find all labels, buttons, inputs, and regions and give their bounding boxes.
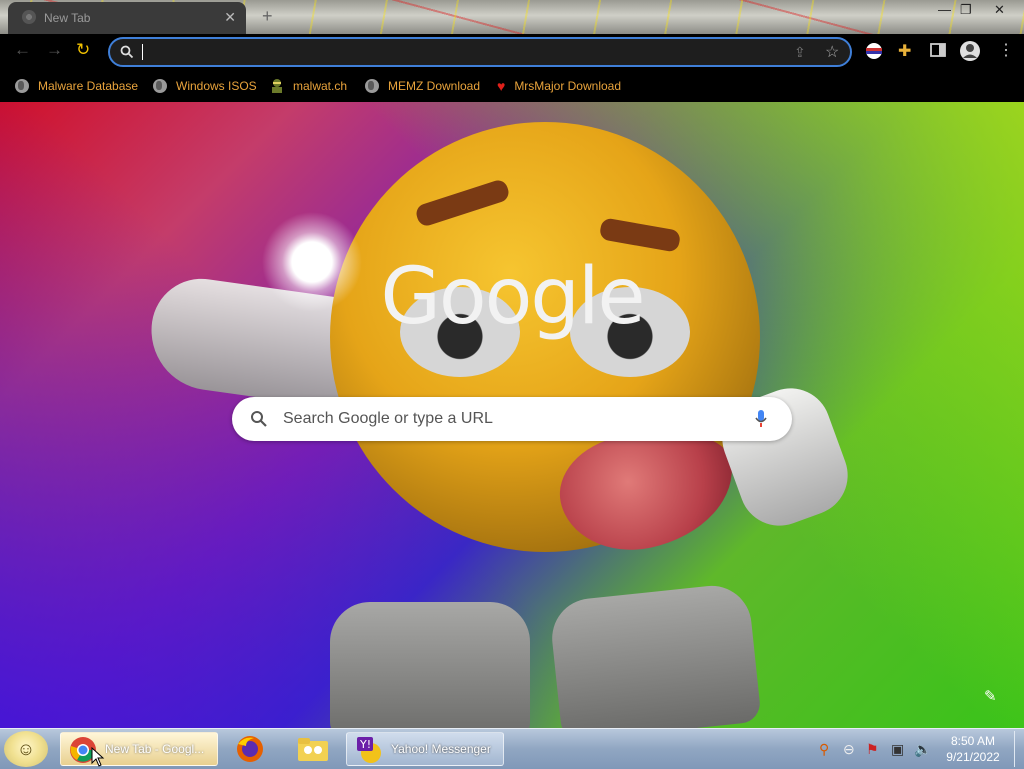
taskbar-chrome-button[interactable]: New Tab - Googl...: [60, 732, 218, 767]
yahoo-icon: Y!: [357, 737, 381, 763]
microphone-icon[interactable]: [754, 409, 768, 429]
tab-close-icon[interactable]: ✕: [224, 9, 236, 26]
bookmark-label: malwat.ch: [293, 79, 348, 93]
smiley-start-icon: ☺: [16, 739, 36, 759]
clock-time: 8:50 AM: [950, 734, 996, 748]
tray-search-icon[interactable]: ⚲: [819, 741, 829, 758]
bookmark-mrsmajor-download[interactable]: ♥ MrsMajor Download: [497, 77, 621, 95]
chrome-favicon-icon: [22, 10, 36, 24]
wallpaper-shoe: [330, 602, 530, 728]
address-bar[interactable]: ⇪ ☆: [108, 37, 852, 67]
new-tab-button[interactable]: +: [262, 6, 273, 27]
bookmark-label: Malware Database: [38, 79, 139, 93]
globe-icon: [365, 79, 379, 93]
tray-volume-icon[interactable]: 🔈: [914, 741, 931, 758]
mouse-cursor-icon: [91, 747, 105, 767]
tab-new-tab[interactable]: New Tab ✕: [8, 2, 246, 34]
ninja-icon: [272, 79, 282, 93]
extensions-puzzle-icon[interactable]: ✚: [898, 41, 911, 61]
start-button[interactable]: ☺: [4, 731, 48, 767]
tray-network-icon[interactable]: ▣: [891, 741, 904, 758]
clock-date: 9/21/2022: [946, 750, 1000, 764]
svg-text:Y!: Y!: [359, 738, 371, 751]
back-button[interactable]: ←: [14, 40, 31, 60]
bookmark-malwatch[interactable]: malwat.ch: [270, 77, 347, 95]
bookmark-label: MEMZ Download: [388, 79, 481, 93]
folder-icon[interactable]: [296, 735, 330, 763]
forward-button[interactable]: →: [46, 40, 63, 60]
bookmark-star-icon[interactable]: ☆: [825, 42, 839, 62]
side-panel-icon[interactable]: [930, 42, 946, 58]
bookmark-memz-download[interactable]: MEMZ Download: [365, 77, 480, 95]
google-logo: Google: [380, 252, 645, 342]
heart-icon: ♥: [497, 78, 506, 94]
tab-title: New Tab: [44, 11, 91, 25]
taskbar-button-label: New Tab - Googl...: [105, 742, 205, 756]
search-placeholder: Search Google or type a URL: [283, 410, 493, 427]
search-icon: [120, 45, 134, 59]
share-icon[interactable]: ⇪: [794, 44, 806, 61]
reload-button[interactable]: ↻: [76, 40, 90, 60]
taskbar-clock[interactable]: 8:50 AM 9/21/2022: [938, 733, 1008, 765]
tray-flag-error-icon[interactable]: ⚑: [866, 741, 879, 758]
text-cursor: [142, 44, 143, 60]
taskbar-yahoo-messenger-button[interactable]: Y! Yahoo! Messenger: [346, 732, 504, 766]
browser-toolbar: ← → ↻ ⇪ ☆ ✚ ⋮: [0, 34, 1024, 70]
bookmark-label: Windows ISOS: [176, 79, 257, 93]
new-tab-page: Google Search Google or type a URL ✎: [0, 102, 1024, 728]
close-window-button[interactable]: ✕: [994, 2, 1005, 18]
profile-flag-icon[interactable]: [865, 42, 883, 60]
wallpaper-shoe: [548, 581, 762, 728]
customize-pencil-icon[interactable]: ✎: [984, 687, 997, 705]
globe-icon: [15, 79, 29, 93]
tray-minus-circle-icon[interactable]: ⊖: [843, 741, 855, 758]
bookmark-label: MrsMajor Download: [514, 79, 622, 93]
title-bar: New Tab ✕ + — ❐ ✕: [0, 0, 1024, 34]
address-input[interactable]: [140, 43, 764, 63]
taskbar-button-label: Yahoo! Messenger: [391, 742, 491, 756]
bookmarks-bar: Malware Database Windows ISOS malwat.ch …: [0, 70, 1024, 102]
ntp-search-box[interactable]: Search Google or type a URL: [232, 397, 792, 441]
minimize-button[interactable]: —: [938, 2, 951, 17]
firefox-icon[interactable]: [234, 734, 266, 764]
bookmark-windows-isos[interactable]: Windows ISOS: [153, 77, 257, 95]
bookmark-malware-database[interactable]: Malware Database: [15, 77, 138, 95]
taskbar: ☺ New Tab - Googl... Y! Yahoo! Messenger: [0, 728, 1024, 769]
search-icon: [251, 411, 267, 427]
profile-avatar-icon[interactable]: [959, 40, 981, 62]
show-desktop-button[interactable]: [1014, 731, 1024, 767]
globe-icon: [153, 79, 167, 93]
restore-button[interactable]: ❐: [960, 2, 972, 18]
menu-kebab-icon[interactable]: ⋮: [998, 40, 1014, 60]
